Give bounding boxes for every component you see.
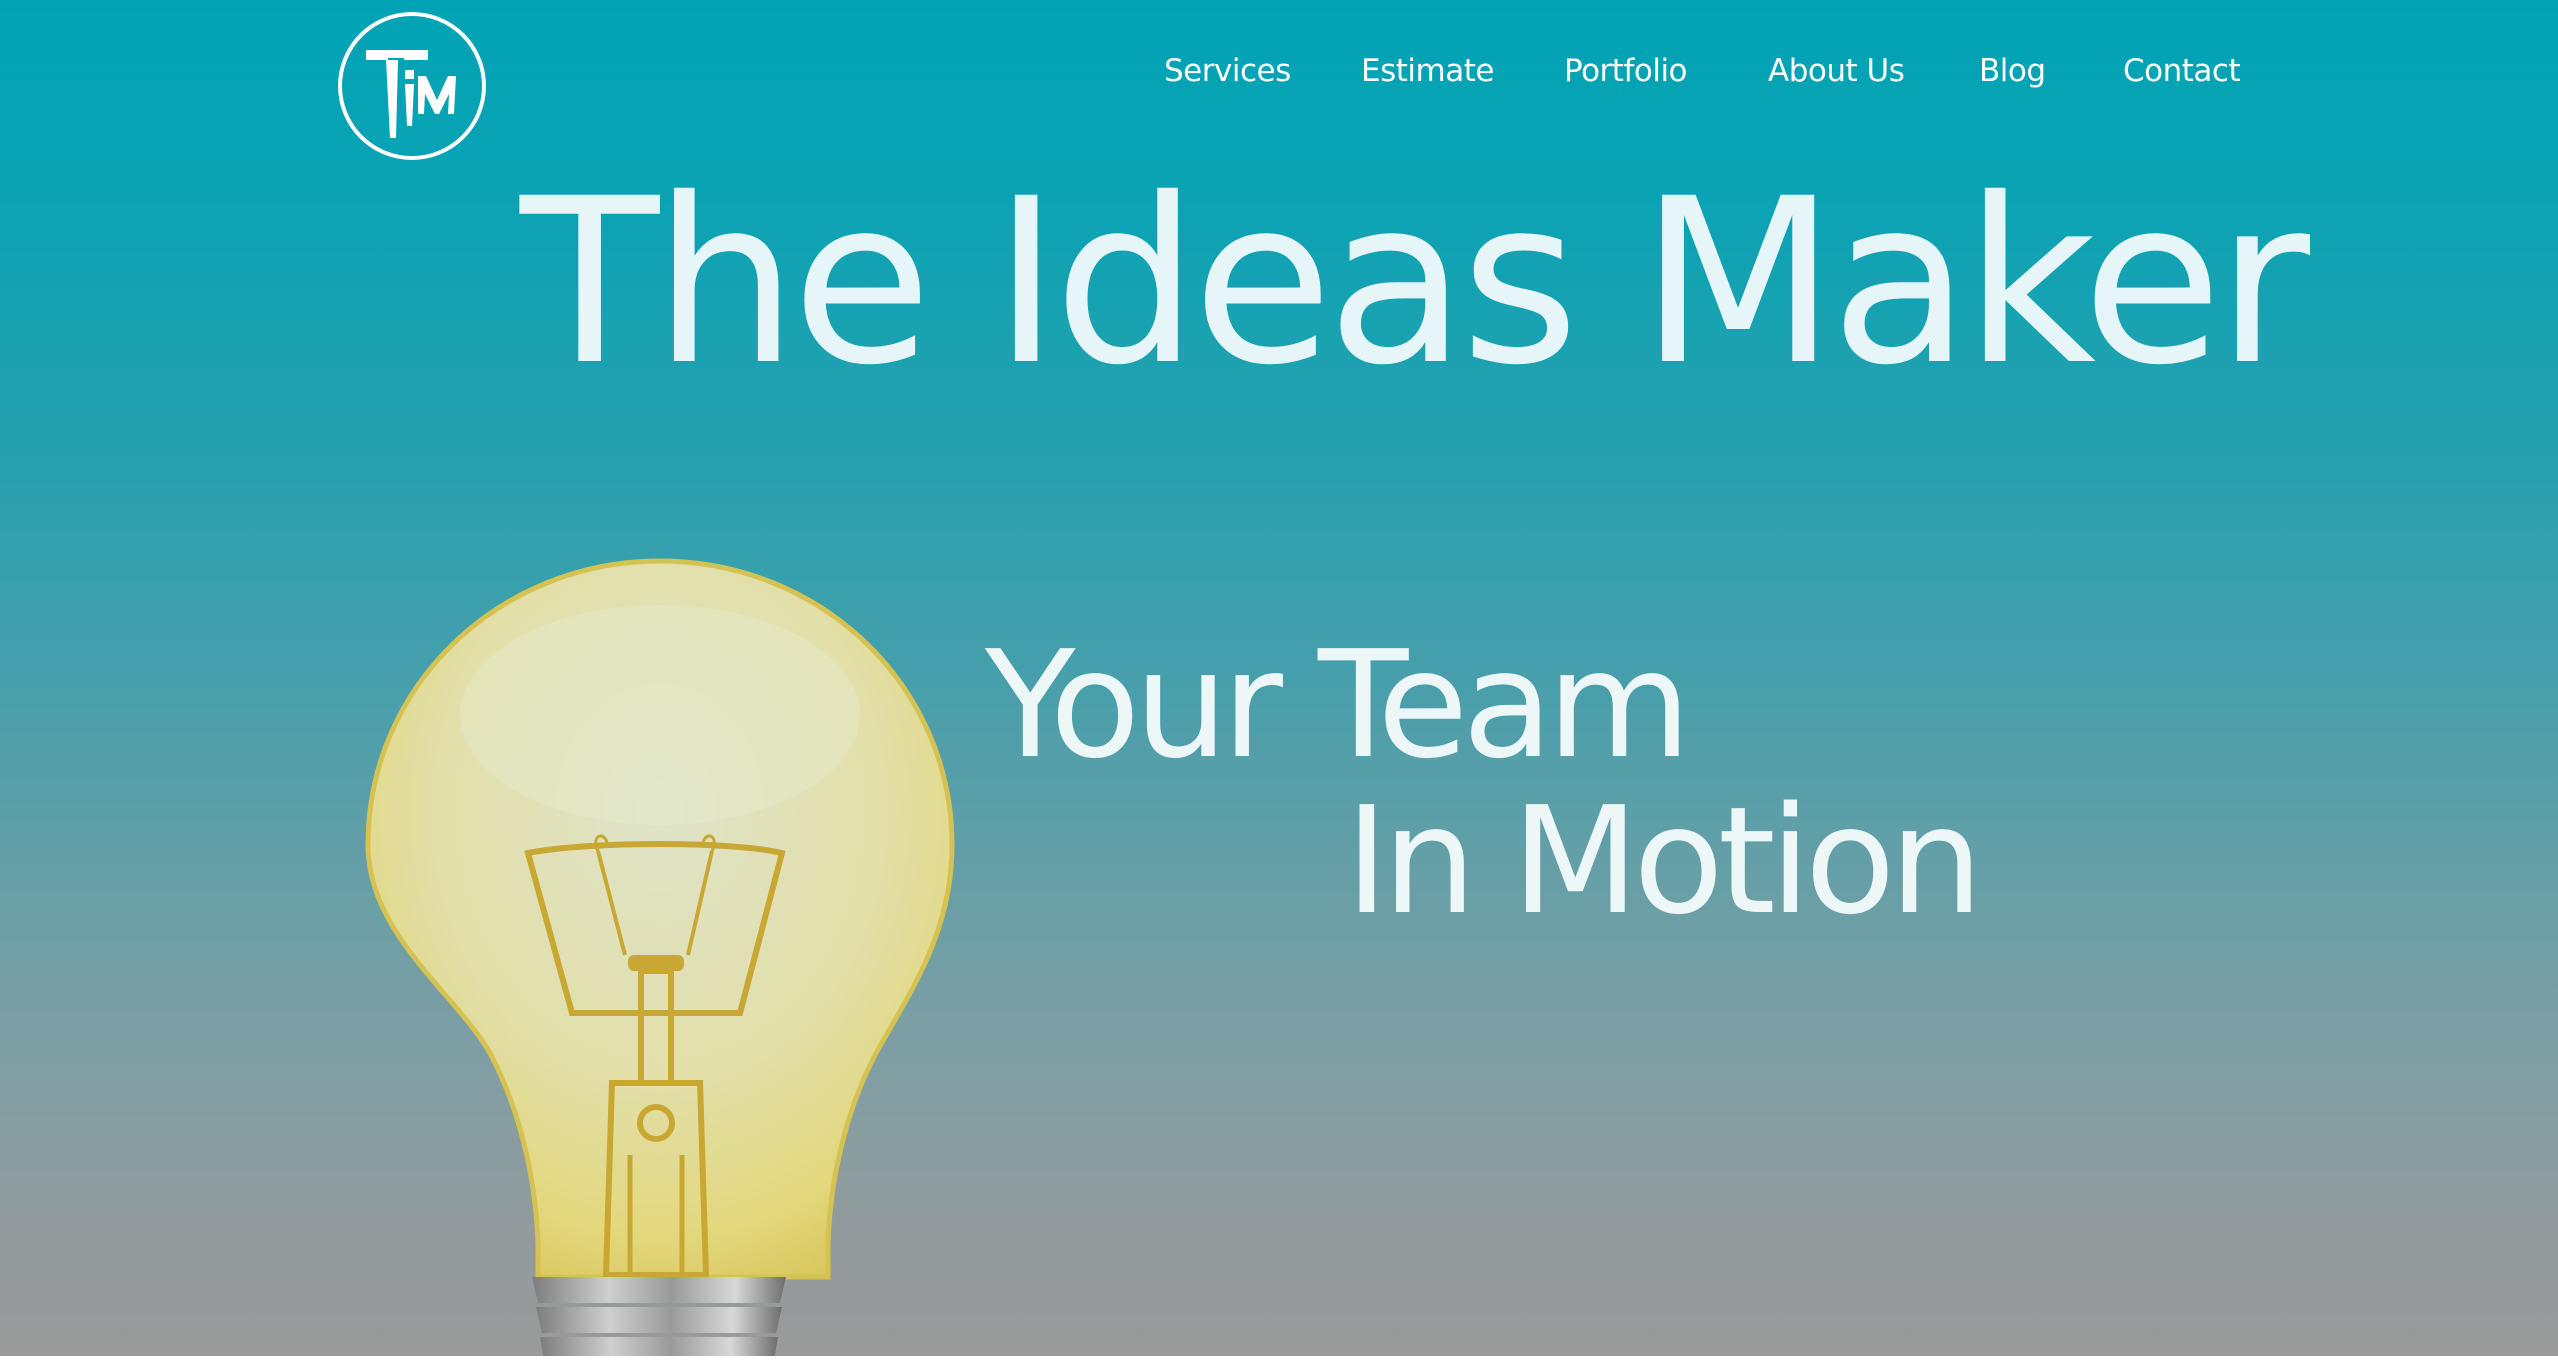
nav-item-estimate[interactable]: Estimate: [1361, 46, 1494, 96]
tagline-line-2: In Motion: [1345, 775, 1983, 947]
hero-section: Services Estimate Portfolio About Us Blo…: [0, 0, 2558, 1356]
nav-item-contact[interactable]: Contact: [2123, 46, 2241, 96]
hero-title: The Ideas Maker: [520, 149, 2310, 415]
nav-item-services[interactable]: Services: [1164, 46, 1291, 96]
page-bottom-edge: [0, 1356, 2558, 1360]
light-bulb-illustration: [365, 558, 955, 1356]
tim-logo-icon: [338, 12, 486, 160]
nav-item-about-us[interactable]: About Us: [1768, 46, 1905, 96]
site-logo[interactable]: [336, 10, 488, 162]
tagline-line-1: Your Team: [985, 619, 1691, 791]
nav-item-blog[interactable]: Blog: [1979, 46, 2046, 96]
main-nav: Services Estimate Portfolio About Us Blo…: [1100, 46, 2241, 96]
nav-item-portfolio[interactable]: Portfolio: [1564, 46, 1688, 96]
